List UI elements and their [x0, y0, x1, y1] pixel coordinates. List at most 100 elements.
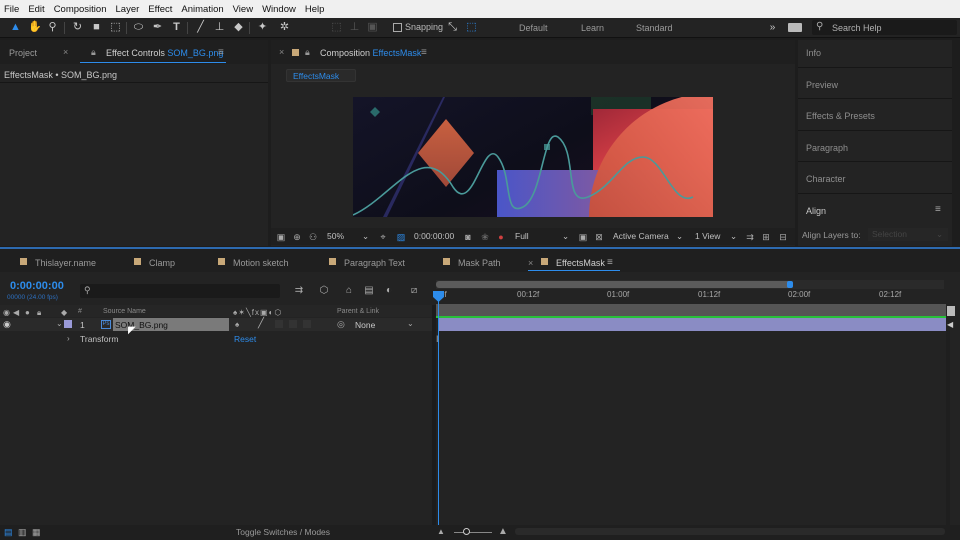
panel-menu-icon[interactable]: ≡	[218, 47, 224, 58]
selection-tool-icon[interactable]: ▲	[9, 21, 22, 34]
close-icon[interactable]: ×	[528, 258, 533, 268]
workspace-standard[interactable]: Standard	[636, 23, 673, 33]
mask-visibility-icon[interactable]: ⚇	[308, 232, 318, 242]
snapping-checkbox[interactable]	[393, 23, 402, 32]
menu-composition[interactable]: Composition	[50, 4, 111, 15]
close-icon[interactable]: ×	[279, 47, 284, 57]
grid-guides-icon[interactable]: ⌖	[378, 232, 388, 242]
panel-character[interactable]: Character	[806, 174, 846, 184]
zoom-in-icon[interactable]: ▲	[498, 526, 508, 537]
view-layout-dropdown[interactable]: 1 View ⌄	[692, 230, 740, 243]
timeline-icon[interactable]: ⊞	[761, 232, 771, 242]
eraser-tool-icon[interactable]: ◆	[232, 21, 245, 34]
chevron-down-icon[interactable]: ⌄	[56, 319, 63, 328]
menu-effect[interactable]: Effect	[144, 4, 176, 15]
panel-align-title[interactable]: Align	[806, 206, 826, 216]
hand-tool-icon[interactable]: ✋	[28, 21, 42, 34]
navigator-end-handle[interactable]	[787, 281, 793, 288]
workspace-overflow-icon[interactable]: »	[766, 21, 779, 34]
menu-animation[interactable]: Animation	[177, 4, 227, 15]
shy-layers-icon[interactable]: ⌂	[344, 286, 354, 296]
close-icon[interactable]: ×	[63, 47, 68, 57]
timeline-scrollbar[interactable]	[515, 528, 945, 535]
snap-features-icon[interactable]: ⬚	[465, 21, 478, 34]
menu-layer[interactable]: Layer	[112, 4, 144, 15]
motion-blur-icon[interactable]: ◐	[384, 286, 394, 296]
tab-paragraph-text[interactable]: Paragraph Text	[344, 258, 405, 268]
camera-dropdown[interactable]: Active Camera ⌄	[610, 230, 686, 243]
show-snapshot-icon[interactable]: ❀	[480, 232, 490, 242]
render-time-toggle-icon[interactable]: ▦	[32, 527, 41, 538]
workspace-learn[interactable]: Learn	[581, 23, 604, 33]
quality-switch-icon[interactable]: ╱	[258, 318, 264, 329]
panel-menu-icon[interactable]: ≡	[935, 204, 941, 215]
composition-mini-flowchart-icon[interactable]: ⇉	[294, 286, 304, 296]
chevron-right-icon[interactable]: ›	[67, 334, 70, 343]
type-tool-icon[interactable]: T	[170, 21, 183, 34]
layer-switches-toggle-icon[interactable]: ▤	[4, 527, 13, 538]
rotate-tool-icon[interactable]: ↻	[71, 21, 84, 34]
time-ruler[interactable]	[436, 289, 944, 305]
parent-dropdown[interactable]: None ⌄	[352, 319, 418, 330]
align-target-dropdown[interactable]: Selection ⌄	[868, 228, 948, 241]
menu-edit[interactable]: Edit	[24, 4, 48, 15]
roto-brush-tool-icon[interactable]: ✦	[256, 21, 269, 34]
transparency-grid-icon[interactable]: ▨	[396, 232, 406, 242]
visibility-eye-icon[interactable]: ◉	[3, 319, 11, 330]
vr-headset-icon[interactable]	[788, 23, 802, 32]
snapshot-camera-icon[interactable]: ◙	[463, 232, 473, 242]
pan-behind-tool-icon[interactable]: ⬚	[109, 21, 122, 34]
lock-icon[interactable]: 🔒︎	[91, 47, 96, 58]
composition-subtab[interactable]: EffectsMask	[286, 69, 356, 82]
menu-file[interactable]: File	[0, 4, 23, 15]
composition-timecode[interactable]: 0:00:00:00	[414, 231, 454, 241]
workspace-default[interactable]: Default	[519, 23, 548, 33]
region-icon[interactable]: ⊕	[292, 232, 302, 242]
draft-3d-icon[interactable]: ⬡	[319, 286, 329, 296]
panel-effects-presets[interactable]: Effects & Presets	[806, 111, 875, 121]
lock-icon[interactable]: 🔒︎	[305, 47, 310, 58]
zoom-slider-handle[interactable]	[463, 528, 470, 535]
color-channel-icon[interactable]: ●	[496, 232, 506, 242]
navigator-range[interactable]	[436, 281, 792, 288]
flowchart-icon[interactable]: ⊟	[778, 232, 788, 242]
snap-edges-icon[interactable]: ⤡	[446, 21, 459, 34]
timeline-timecode[interactable]: 0:00:00:00	[10, 280, 64, 292]
tab-effect-controls[interactable]: Effect Controls SOM_BG.png	[106, 48, 223, 58]
tab-motion-sketch[interactable]: Motion sketch	[233, 258, 289, 268]
tab-project[interactable]: Project	[9, 48, 37, 58]
panel-preview[interactable]: Preview	[806, 80, 838, 90]
tab-effectsmask[interactable]: EffectsMask	[556, 258, 605, 268]
composition-viewer[interactable]	[353, 97, 713, 217]
transfer-controls-toggle-icon[interactable]: ▥	[18, 527, 27, 538]
resolution-dropdown[interactable]: Full ⌄	[512, 230, 574, 243]
layer-label-swatch[interactable]	[64, 320, 72, 328]
panel-info[interactable]: Info	[806, 48, 821, 58]
always-preview-icon[interactable]: ▣	[276, 232, 286, 242]
puppet-tool-icon[interactable]: ✲	[278, 21, 291, 34]
transform-group[interactable]: Transform	[80, 334, 118, 344]
menu-help[interactable]: Help	[301, 4, 329, 15]
source-name-header[interactable]: Source Name	[103, 308, 146, 315]
panel-menu-icon[interactable]: ≡	[607, 257, 613, 268]
parent-link-header[interactable]: Parent & Link	[337, 308, 379, 315]
work-area-end-handle[interactable]	[947, 306, 955, 316]
brush-tool-icon[interactable]: ╱	[194, 21, 207, 34]
view-axis-icon[interactable]: ▣	[366, 21, 379, 34]
zoom-slider[interactable]	[454, 532, 492, 533]
panel-menu-icon[interactable]: ≡	[421, 47, 427, 58]
local-axis-icon[interactable]: ⬚	[330, 21, 343, 34]
tab-clamp[interactable]: Clamp	[149, 258, 175, 268]
camera-tool-icon[interactable]: ■	[90, 21, 103, 34]
zoom-dropdown[interactable]: 50% ⌄	[324, 230, 372, 243]
search-help-field[interactable]: ⚲ Search Help	[812, 20, 957, 35]
tab-mask-path[interactable]: Mask Path	[458, 258, 501, 268]
world-axis-icon[interactable]: ⊥	[348, 21, 361, 34]
tab-composition[interactable]: Composition EffectsMask	[320, 48, 421, 58]
fast-previews-icon[interactable]: ⇉	[745, 232, 755, 242]
region-of-interest-icon[interactable]: ▣	[578, 232, 588, 242]
zoom-out-icon[interactable]: ▲	[437, 527, 445, 536]
toggle-switches-modes[interactable]: Toggle Switches / Modes	[236, 527, 330, 537]
work-area-bar[interactable]	[436, 304, 946, 316]
panel-paragraph[interactable]: Paragraph	[806, 143, 848, 153]
